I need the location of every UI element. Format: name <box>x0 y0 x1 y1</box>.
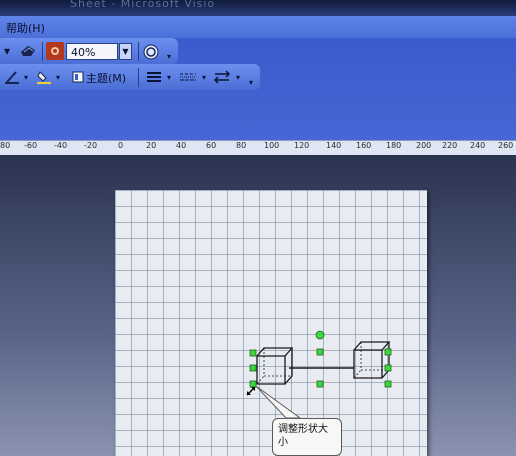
resize-handle <box>249 364 257 372</box>
resize-handle <box>249 380 257 388</box>
tooltip-callout: 调整形状大小 <box>272 418 342 456</box>
callout-pointer <box>255 385 302 419</box>
resize-cursor-icon <box>246 386 256 396</box>
cube-left[interactable] <box>256 347 294 385</box>
resize-handle <box>316 380 324 388</box>
resize-handle <box>316 348 324 356</box>
cube-right[interactable] <box>353 341 391 379</box>
resize-handle <box>384 380 392 388</box>
diagram-overlay <box>246 330 392 419</box>
resize-handle <box>384 348 392 356</box>
resize-handle <box>249 349 257 357</box>
rotation-handle <box>315 330 325 340</box>
resize-handle <box>384 364 392 372</box>
